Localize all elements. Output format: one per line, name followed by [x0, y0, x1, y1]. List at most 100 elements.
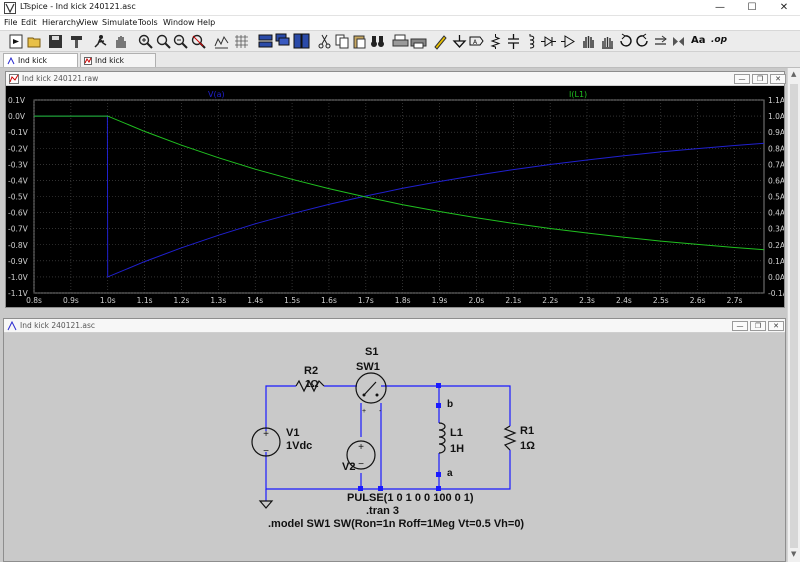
waveform-minimize-button[interactable]: —: [734, 74, 750, 84]
scroll-down-icon[interactable]: ▼: [791, 550, 796, 558]
y-left-tick-label: 0.1V: [8, 96, 26, 105]
menu-edit[interactable]: Edit: [21, 17, 37, 29]
y-right-tick-label: 0.9A: [768, 128, 784, 137]
schematic-restore-button[interactable]: ❐: [750, 321, 766, 331]
y-right-tick-label: 0.0A: [768, 273, 784, 282]
waveform-window-icon: [9, 74, 19, 84]
maximize-button[interactable]: ☐: [736, 0, 768, 16]
close-button[interactable]: ✕: [768, 0, 800, 16]
x-tick-label: 2.6s: [690, 296, 706, 305]
r2-name: R2: [304, 365, 318, 377]
menu-file[interactable]: File: [4, 17, 17, 29]
y-left-tick-label: -1.1V: [8, 289, 29, 298]
waveform-tab-icon: [84, 57, 92, 65]
x-tick-label: 2.4s: [616, 296, 632, 305]
r2-value: 1Ω: [305, 379, 319, 390]
waveform-window: Ind kick 240121.raw — ❐ ✕ 0.8s 0.9s 1.0s 1.…: [5, 71, 786, 308]
draw-wire-pencil-icon[interactable]: [432, 33, 449, 50]
zoom-area-icon[interactable]: [137, 33, 154, 50]
waveform-close-button[interactable]: ✕: [770, 74, 786, 84]
move-hand-icon[interactable]: [580, 33, 597, 50]
diode-icon[interactable]: [540, 33, 557, 50]
menu-hierarchy[interactable]: Hierarchy: [42, 17, 81, 29]
y-left-tick-label: -0.7V: [8, 225, 29, 234]
v1-plus: +: [263, 429, 269, 440]
new-schematic-icon[interactable]: [8, 33, 25, 50]
x-tick-label: 2.1s: [505, 296, 521, 305]
open-icon[interactable]: [26, 33, 43, 50]
halt-hand-icon[interactable]: [112, 33, 129, 50]
tile-vertical-icon[interactable]: [293, 33, 310, 50]
pan-icon[interactable]: [155, 33, 172, 50]
drag-hand-icon[interactable]: [599, 33, 616, 50]
schematic-minimize-button[interactable]: —: [732, 321, 748, 331]
text-aa-button[interactable]: Aa: [691, 35, 706, 46]
y-right-tick-label: 0.2A: [768, 241, 784, 250]
copy-icon[interactable]: [334, 33, 351, 50]
find-binoculars-icon[interactable]: [369, 33, 386, 50]
window-title: LTspice - Ind kick 240121.asc: [20, 2, 136, 11]
menu-view[interactable]: View: [79, 17, 98, 29]
paste-icon[interactable]: [351, 33, 368, 50]
autorange-icon[interactable]: [213, 33, 230, 50]
x-tick-label: 1.6s: [321, 296, 337, 305]
x-tick-label: 0.9s: [63, 296, 79, 305]
control-panel-hammer-icon[interactable]: [68, 33, 85, 50]
undo-icon[interactable]: [617, 33, 634, 50]
redo-icon[interactable]: [634, 33, 651, 50]
x-tick-label: 1.1s: [137, 296, 153, 305]
y-left-tick-label: -0.6V: [8, 209, 29, 218]
schematic-close-button[interactable]: ✕: [768, 321, 784, 331]
x-tick-label: 2.5s: [653, 296, 669, 305]
x-tick-label: 1.3s: [210, 296, 226, 305]
menu-help[interactable]: Help: [197, 17, 215, 29]
mirror-icon[interactable]: [670, 33, 687, 50]
y-right-tick-label: 1.0A: [768, 112, 784, 121]
legend-va[interactable]: V(a): [208, 90, 225, 99]
cascade-icon[interactable]: [275, 33, 292, 50]
x-tick-label: 2.7s: [727, 296, 743, 305]
v1-name: V1: [286, 427, 299, 439]
save-icon[interactable]: [47, 33, 64, 50]
capacitor-icon[interactable]: [505, 33, 522, 50]
tab-waveform[interactable]: Ind kick 240121.raw: [80, 53, 156, 79]
ground-icon[interactable]: [451, 33, 468, 50]
print-icon[interactable]: [410, 33, 427, 50]
tran-directive[interactable]: .tran 3: [366, 505, 399, 517]
waveform-restore-button[interactable]: ❐: [752, 74, 768, 84]
inductor-icon[interactable]: [522, 33, 539, 50]
x-tick-label: 1.2s: [174, 296, 190, 305]
zoom-out-icon[interactable]: [172, 33, 189, 50]
grid-icon[interactable]: [233, 33, 250, 50]
run-icon[interactable]: [92, 33, 109, 50]
menu-simulate[interactable]: Simulate: [102, 17, 137, 29]
waveform-plot[interactable]: 0.8s 0.9s 1.0s 1.1s 1.2s 1.3s 1.4s 1.5s 1.6s 1.7s…: [6, 86, 784, 307]
menu-tools[interactable]: Tools: [138, 17, 158, 29]
vertical-scrollbar[interactable]: ▲ ▼: [787, 68, 800, 562]
scroll-up-icon[interactable]: ▲: [791, 70, 796, 78]
pulse-source-text[interactable]: PULSE(1 0 1 0 0 100 0 1): [347, 492, 474, 504]
legend-il1[interactable]: I(L1): [569, 90, 587, 99]
tab-schematic[interactable]: Ind kick 240121.asc: [3, 53, 78, 79]
zoom-full-icon[interactable]: [190, 33, 207, 50]
x-tick-label: 2.0s: [469, 296, 485, 305]
component-icon[interactable]: [560, 33, 577, 50]
ltspice-logo-icon: [4, 2, 16, 14]
resistor-icon[interactable]: [487, 33, 504, 50]
tile-horizontal-icon[interactable]: [257, 33, 274, 50]
x-tick-label: 1.0s: [100, 296, 116, 305]
v1-value: 1Vdc: [286, 440, 312, 452]
y-left-tick-label: -0.1V: [8, 128, 29, 137]
y-left-tick-label: -1.0V: [8, 273, 29, 282]
schematic-canvas[interactable]: + − + − R2 1Ω S1 SW1 + - V1 1Vdc V2 b L1…: [4, 333, 785, 561]
label-net-icon[interactable]: A: [468, 33, 485, 50]
minimize-button[interactable]: —: [704, 0, 736, 16]
scroll-thumb[interactable]: [790, 84, 798, 548]
menu-window[interactable]: Window: [163, 17, 195, 29]
node-a-label: a: [447, 468, 453, 479]
spice-directive-op-button[interactable]: .op: [711, 35, 727, 45]
cut-icon[interactable]: [316, 33, 333, 50]
rotate-icon[interactable]: [652, 33, 669, 50]
print-preview-icon[interactable]: [392, 33, 409, 50]
model-directive[interactable]: .model SW1 SW(Ron=1n Roff=1Meg Vt=0.5 Vh…: [268, 518, 524, 530]
